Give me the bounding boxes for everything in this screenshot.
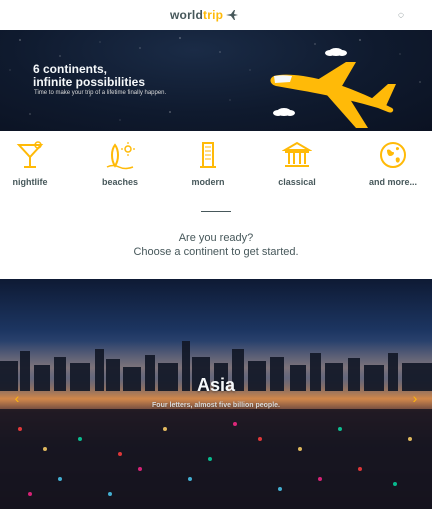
type-label: modern [191, 177, 225, 187]
airplane-illustration [270, 48, 396, 128]
banner-subtitle: Time to make your trip of a lifetime fin… [34, 90, 167, 96]
banner-headline: 6 continents, infinite possibilities [33, 63, 145, 89]
type-label: beaches [101, 177, 139, 187]
type-item-classical[interactable]: classical [257, 139, 337, 187]
plane-icon [225, 9, 239, 21]
cloud-icon [325, 48, 347, 56]
type-item-and-more[interactable]: and more... [353, 139, 432, 187]
cloud-icon [273, 108, 295, 116]
type-item-modern[interactable]: modern [168, 139, 248, 187]
continent-slider[interactable]: ‹ › Asia Four letters, almost five billi… [0, 279, 432, 509]
cta-line2: Choose a continent to get started. [133, 246, 299, 258]
surfboard-icon [80, 139, 160, 171]
small-dot-icon[interactable]: ◌ [394, 8, 408, 22]
earth-icon [353, 139, 432, 171]
logo-trip-text: trip [203, 8, 224, 22]
logo[interactable]: world trip [170, 6, 239, 24]
hero-banner: 6 continents, infinite possibilities Tim… [0, 30, 432, 131]
logo-world-text: world [170, 8, 203, 22]
section-divider [201, 211, 231, 212]
type-item-beaches[interactable]: beaches [80, 139, 160, 187]
type-item-nightlife[interactable]: nightlife [0, 139, 70, 187]
type-label: and more... [368, 177, 417, 187]
building-icon [168, 139, 248, 171]
cta-line1: Are you ready? [178, 232, 254, 244]
cta: Are you ready? Choose a continent to get… [0, 231, 432, 259]
slide-title: Asia [196, 375, 236, 395]
header: world trip ◌ [0, 0, 432, 30]
banner-headline-line2: infinite possibilities [33, 75, 146, 89]
type-label: classical [278, 177, 316, 187]
type-label: nightlife [12, 177, 48, 187]
museum-icon [257, 139, 337, 171]
cocktail-icon [0, 139, 70, 171]
travel-types: nightlife beaches modern classical and m… [0, 131, 432, 231]
slide-subtitle: Four letters, almost five billion people… [152, 402, 280, 409]
